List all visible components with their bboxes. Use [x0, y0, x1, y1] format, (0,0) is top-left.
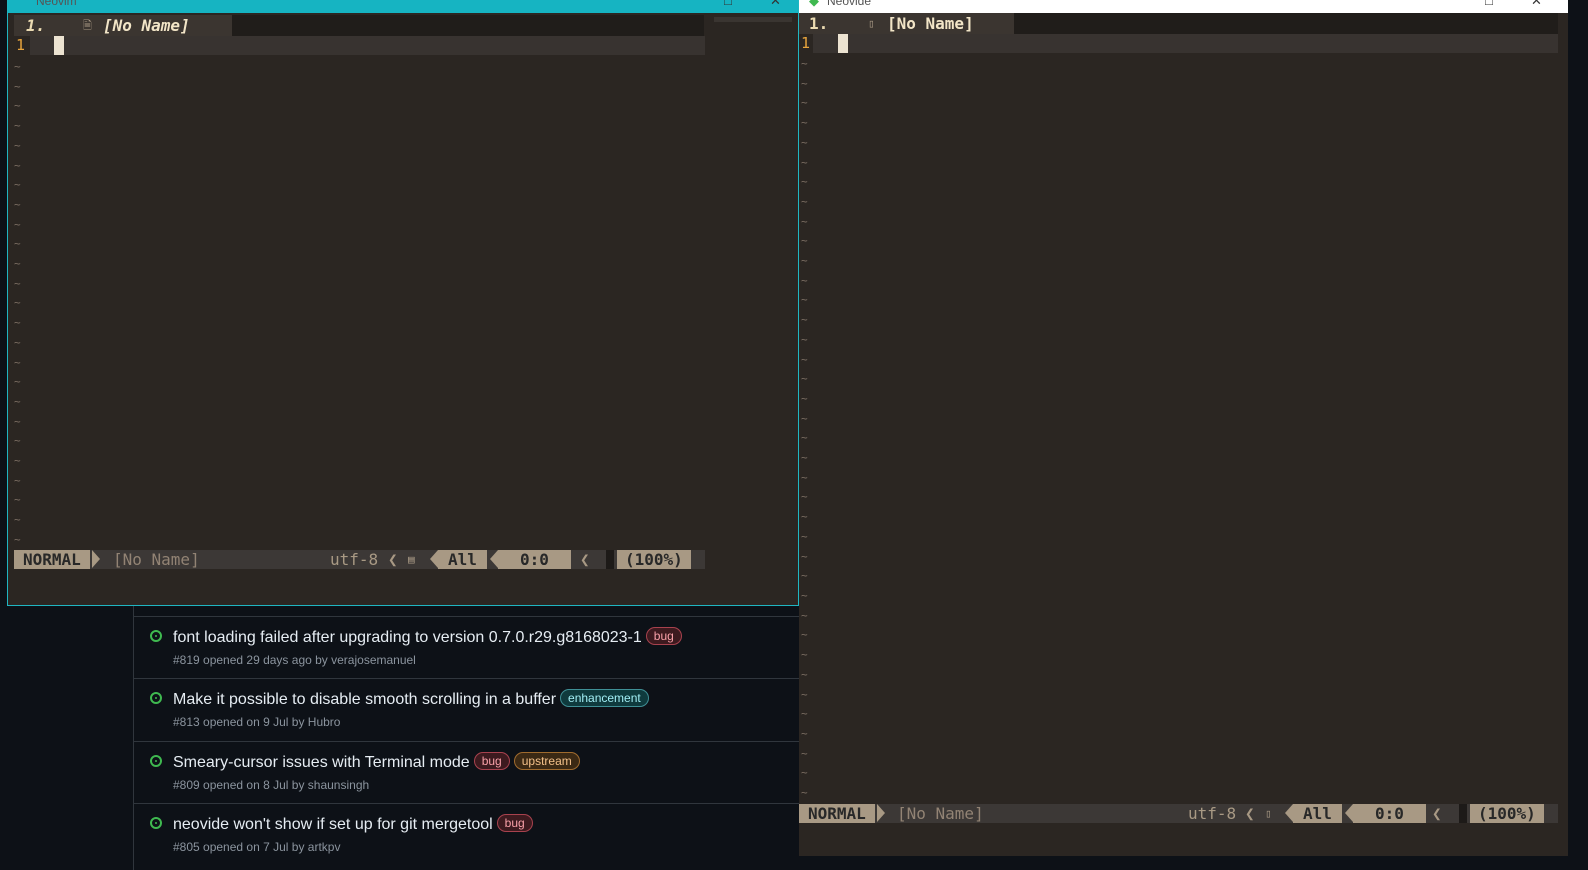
cursor-line	[30, 36, 705, 55]
fileformat-icon: ▤	[408, 553, 415, 566]
tabline: 1. 🗎 [No Name]	[14, 15, 704, 36]
separator-arrow	[1345, 804, 1353, 822]
issue-title[interactable]: font loading failed after upgrading to v…	[173, 627, 682, 647]
label-upstream[interactable]: upstream	[513, 752, 580, 770]
neovide-window[interactable]: ◆ Neovide □ ✕ 1. ▯ [No Name] 1 ~ ~ ~ ~ ~…	[799, 0, 1568, 856]
tab-number: 1.	[809, 14, 829, 33]
status-filename: [No Name]	[897, 804, 984, 823]
chevron-left-icon: ❮	[1432, 804, 1442, 823]
status-scroll: All	[1293, 804, 1342, 823]
empty-line-markers: ~ ~ ~ ~ ~ ~ ~ ~ ~ ~ ~ ~ ~ ~ ~ ~ ~ ~ ~ ~ …	[801, 57, 808, 800]
tab-label: [No Name]	[103, 16, 190, 35]
status-filename: [No Name]	[113, 550, 200, 569]
issue-meta: #805 opened on 7 Jul by artkpv	[173, 840, 341, 854]
issue-open-icon	[150, 817, 162, 829]
label-bug[interactable]: bug	[473, 752, 510, 770]
empty-line-markers: ~ ~ ~ ~ ~ ~ ~ ~ ~ ~ ~ ~ ~ ~ ~ ~ ~ ~ ~ ~ …	[14, 60, 21, 546]
tab-no-name[interactable]: 1. ▯ [No Name]	[799, 13, 1014, 34]
issue-open-icon	[150, 755, 162, 767]
close-icon[interactable]: ✕	[1531, 0, 1542, 9]
chevron-left-icon: ❮	[1245, 804, 1255, 823]
separator-arrow	[490, 550, 498, 568]
tabline: 1. ▯ [No Name]	[799, 13, 1558, 34]
issue-meta: #813 opened on 9 Jul by Hubro	[173, 715, 341, 729]
status-percent: (100%)	[617, 550, 691, 569]
neovim-titlebar[interactable]: Neovim □ ✕	[8, 0, 798, 13]
separator-arrow	[877, 804, 885, 822]
statusline: NORMAL [No Name] utf-8 ❮ ▤ All 0:0 ❮ (10…	[14, 550, 705, 569]
issue-open-icon	[150, 692, 162, 704]
separator-arrow	[1285, 804, 1293, 822]
mode-indicator: NORMAL	[799, 804, 875, 823]
status-block	[606, 550, 614, 569]
issue-meta: #819 opened 29 days ago by verajosemanue…	[173, 653, 416, 667]
window-title: Neovide	[827, 0, 872, 8]
file-icon: 🗎	[83, 19, 92, 32]
status-scroll: All	[438, 550, 487, 569]
window-title: Neovim	[36, 0, 77, 8]
chevron-left-icon: ❮	[580, 550, 590, 569]
issue-row[interactable]: Smeary-cursor issues with Terminal mode b…	[134, 741, 800, 804]
line-number: 1	[16, 36, 26, 54]
fileformat-icon: ▯	[1265, 807, 1272, 820]
close-icon[interactable]: ✕	[770, 0, 781, 9]
issue-row[interactable]: neovide won't show if set up for git mer…	[134, 803, 800, 866]
label-bug[interactable]: bug	[496, 814, 533, 832]
tab-no-name[interactable]: 1. 🗎 [No Name]	[14, 15, 232, 36]
neovide-titlebar[interactable]: ◆ Neovide □ ✕	[799, 0, 1568, 13]
maximize-icon[interactable]: □	[1485, 0, 1493, 8]
scrollbar[interactable]	[714, 17, 792, 22]
cursor-line	[813, 34, 1558, 53]
line-number: 1	[801, 34, 811, 52]
issue-row[interactable]: Make it possible to disable smooth scrol…	[134, 678, 800, 741]
maximize-icon[interactable]: □	[724, 0, 732, 8]
issue-title[interactable]: Smeary-cursor issues with Terminal mode b…	[173, 752, 580, 772]
issue-title[interactable]: neovide won't show if set up for git mer…	[173, 814, 533, 834]
file-icon: ▯	[868, 17, 875, 30]
issue-row[interactable]: font loading failed after upgrading to v…	[134, 616, 800, 679]
text-cursor	[54, 36, 64, 55]
statusline: NORMAL [No Name] utf-8 ❮ ▯ All 0:0 ❮ (10…	[799, 804, 1558, 823]
chevron-left-icon: ❮	[388, 550, 398, 569]
mode-indicator: NORMAL	[14, 550, 90, 569]
github-issues-list: font loading failed after upgrading to v…	[133, 606, 800, 870]
tab-number: 1.	[26, 16, 46, 35]
text-cursor	[838, 34, 848, 53]
issue-meta: #809 opened on 8 Jul by shaunsingh	[173, 778, 370, 792]
issue-open-icon	[150, 630, 162, 642]
label-bug[interactable]: bug	[645, 627, 682, 645]
neovim-window[interactable]: Neovim □ ✕ 1. 🗎 [No Name] 1 ~ ~ ~ ~ ~ ~ …	[7, 0, 799, 606]
status-percent: (100%)	[1470, 804, 1544, 823]
status-encoding: utf-8	[1188, 804, 1237, 823]
separator-arrow	[430, 550, 438, 568]
tab-label: [No Name]	[887, 14, 974, 33]
status-encoding: utf-8	[330, 550, 379, 569]
issue-title[interactable]: Make it possible to disable smooth scrol…	[173, 689, 649, 709]
neovide-logo-icon: ◆	[809, 0, 819, 8]
status-position: 0:0	[498, 550, 571, 569]
label-enhancement[interactable]: enhancement	[560, 689, 649, 707]
status-block	[1459, 804, 1467, 823]
status-position: 0:0	[1353, 804, 1426, 823]
separator-arrow	[92, 550, 100, 568]
